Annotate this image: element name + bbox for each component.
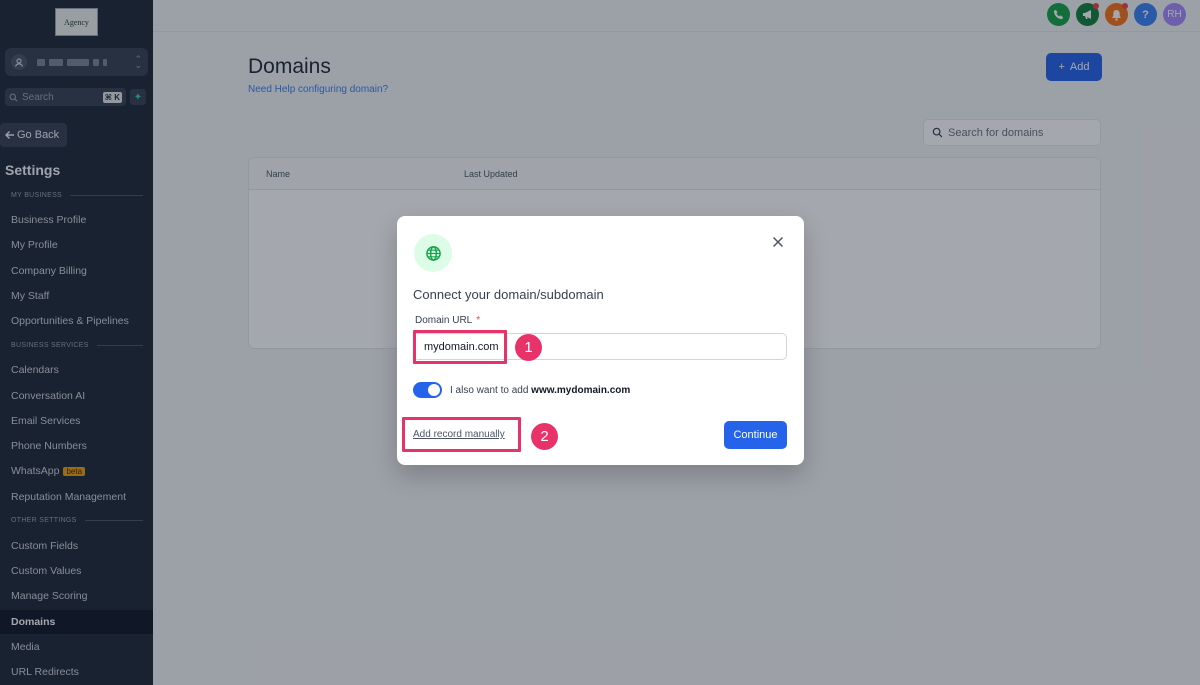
modal-title: Connect your domain/subdomain [413, 287, 604, 302]
add-www-toggle[interactable] [413, 382, 442, 398]
required-mark: * [476, 315, 481, 326]
add-www-label-prefix: I also want to add [450, 385, 532, 396]
continue-button[interactable]: Continue [724, 421, 787, 449]
add-www-label: I also want to add www.mydomain.com [450, 385, 630, 396]
highlight-domain-input [413, 330, 507, 364]
step-badge-2: 2 [531, 423, 558, 450]
domain-url-label-text: Domain URL [415, 315, 473, 326]
highlight-add-record-manually [402, 417, 521, 452]
domain-url-label: Domain URL * [415, 315, 480, 326]
step-badge-1: 1 [515, 334, 542, 361]
close-icon[interactable] [770, 234, 786, 250]
add-www-domain: www.mydomain.com [531, 385, 631, 396]
globe-icon [414, 234, 452, 272]
